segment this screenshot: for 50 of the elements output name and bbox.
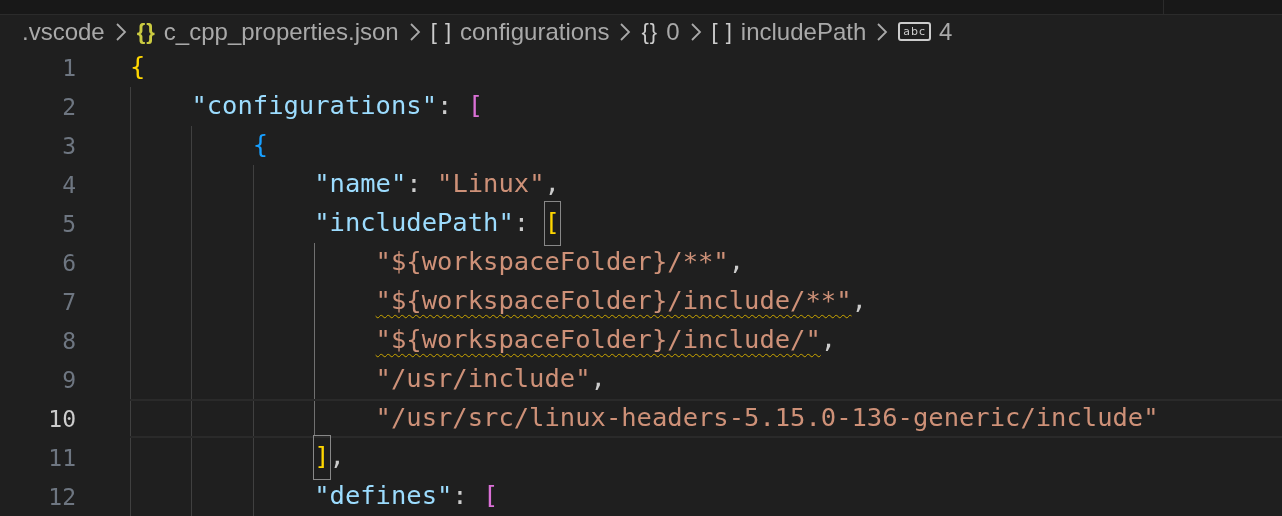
breadcrumb-item[interactable]: includePath <box>740 17 867 46</box>
bracket: [ <box>544 202 560 245</box>
line-number: 11 <box>47 444 76 471</box>
punctuation: : <box>406 167 423 201</box>
json-string: "${workspaceFolder}/include/**" <box>375 284 852 318</box>
object-icon: {} <box>641 18 659 45</box>
chevron-icon <box>875 20 890 43</box>
line-number: 2 <box>61 93 76 120</box>
chevron-icon <box>688 20 703 43</box>
line-number: 6 <box>61 249 76 276</box>
json-file-icon: {} <box>136 18 156 45</box>
punctuation: : <box>513 206 531 240</box>
punctuation: , <box>728 245 745 279</box>
json-string: "/usr/src/linux-headers-5.15.0-136-generic/include" <box>375 401 1159 435</box>
bracket: [ <box>483 479 499 513</box>
breadcrumb-item[interactable]: 4 <box>939 17 953 46</box>
punctuation: , <box>329 440 345 474</box>
array-icon: [ ] <box>711 18 733 45</box>
breadcrumb-item[interactable]: c_cpp_properties.json <box>163 17 399 46</box>
line-number: 9 <box>61 366 76 393</box>
json-string: "/usr/include" <box>375 362 591 396</box>
breadcrumb-item[interactable]: configurations <box>460 17 610 46</box>
line-number: 7 <box>61 288 76 315</box>
punctuation: : <box>437 89 454 123</box>
punctuation: , <box>544 167 560 201</box>
line-number: 3 <box>61 132 76 159</box>
punctuation: , <box>590 362 606 396</box>
punctuation: : <box>452 479 469 513</box>
chevron-icon <box>113 20 128 43</box>
line-number: 12 <box>47 483 76 510</box>
chevron-icon <box>407 20 422 43</box>
json-key: "configurations" <box>191 85 438 128</box>
bracket: [ <box>467 89 484 123</box>
line-number: 4 <box>61 171 76 198</box>
json-string: "Linux" <box>437 167 545 201</box>
json-string: "${workspaceFolder}/**" <box>375 245 729 279</box>
line-number: 1 <box>61 54 76 81</box>
line-number: 10 <box>47 405 76 432</box>
punctuation: , <box>851 284 867 318</box>
chevron-icon <box>618 20 633 43</box>
line-number: 8 <box>61 327 76 354</box>
array-icon: [ ] <box>430 18 452 45</box>
breadcrumb-item[interactable]: 0 <box>666 17 680 46</box>
string-icon: abc <box>898 22 932 41</box>
breadcrumb-item[interactable]: .vscode <box>22 17 105 46</box>
punctuation: , <box>820 323 837 357</box>
bracket: { <box>130 50 146 84</box>
json-string: "${workspaceFolder}/include/" <box>375 323 821 357</box>
bracket: { <box>252 128 269 162</box>
line-number: 5 <box>61 210 76 237</box>
